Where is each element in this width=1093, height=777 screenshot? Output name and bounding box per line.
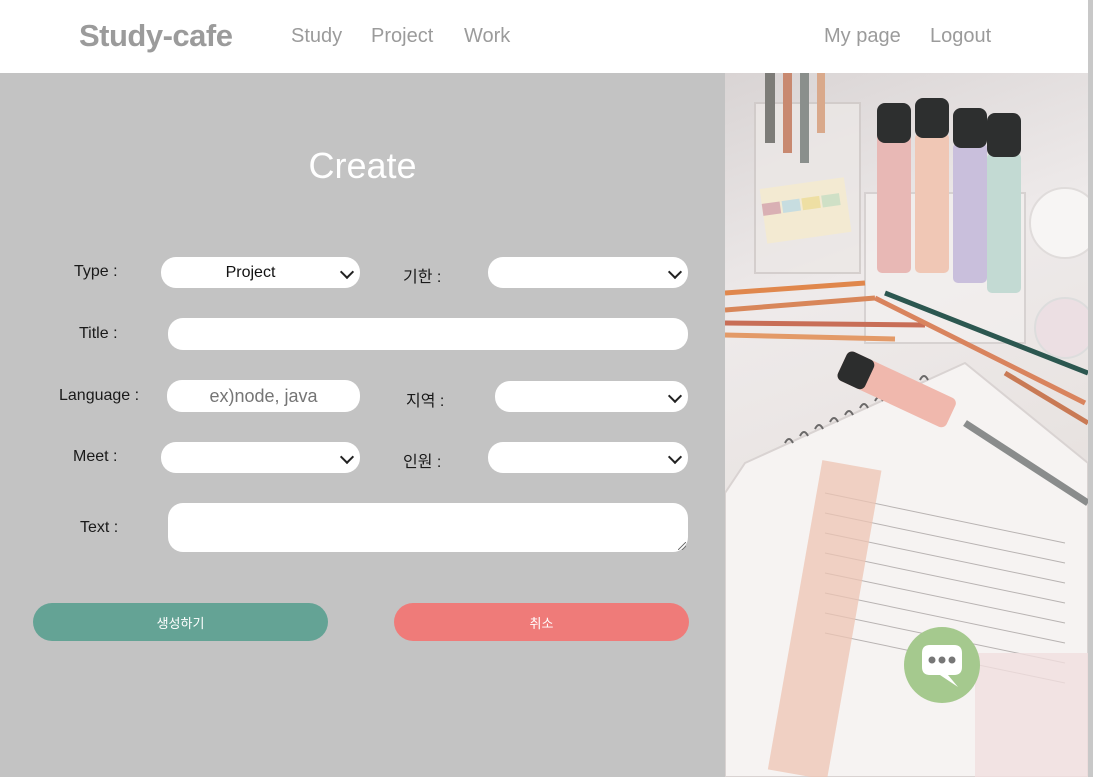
text-textarea-value xyxy=(168,503,688,552)
chevron-down-icon xyxy=(667,264,683,279)
region-select[interactable] xyxy=(495,381,688,412)
chevron-down-icon xyxy=(667,388,683,403)
page-scrollbar[interactable] xyxy=(1088,0,1093,777)
chevron-down-icon xyxy=(339,449,355,464)
title-input[interactable] xyxy=(168,318,688,350)
deadline-select[interactable] xyxy=(488,257,688,288)
scrollbar-thumb[interactable] xyxy=(1088,0,1093,777)
text-label: Text : xyxy=(80,519,119,536)
nav-logout-link[interactable]: Logout xyxy=(930,25,991,48)
members-select[interactable] xyxy=(488,442,688,473)
members-label: 인원 : xyxy=(403,454,442,471)
deadline-select-value xyxy=(488,257,668,288)
region-select-value xyxy=(495,381,668,412)
chat-button[interactable] xyxy=(904,627,980,703)
members-select-value xyxy=(488,442,668,473)
nav-project-link[interactable]: Project xyxy=(371,25,433,48)
resize-handle-icon[interactable] xyxy=(678,542,686,550)
chevron-down-icon xyxy=(339,264,355,279)
create-form-panel: Create Type : Project 기한 : Title : Langu… xyxy=(0,73,725,777)
title-label: Title : xyxy=(79,325,118,342)
brand-logo[interactable]: Study-cafe xyxy=(79,18,233,54)
type-select[interactable]: Project xyxy=(161,257,360,288)
nav-study-link[interactable]: Study xyxy=(291,25,342,48)
page-title: Create xyxy=(308,145,417,186)
deadline-label: 기한 : xyxy=(403,269,442,286)
meet-select-value xyxy=(161,442,340,473)
type-label: Type : xyxy=(74,263,118,280)
language-input[interactable]: ex)node, java xyxy=(167,380,360,412)
language-label: Language : xyxy=(59,387,140,404)
meet-select[interactable] xyxy=(161,442,360,473)
region-label: 지역 : xyxy=(406,393,445,410)
cancel-button[interactable]: 취소 xyxy=(394,603,689,641)
text-textarea[interactable] xyxy=(168,503,688,552)
meet-label: Meet : xyxy=(73,448,118,465)
type-select-value: Project xyxy=(225,263,276,281)
nav-mypage-link[interactable]: My page xyxy=(824,25,901,48)
title-input-value xyxy=(168,318,688,350)
create-button[interactable]: 생성하기 xyxy=(33,603,328,641)
top-navbar: Study-cafe Study Project Work My page Lo… xyxy=(0,0,1088,73)
chevron-down-icon xyxy=(667,449,683,464)
nav-work-link[interactable]: Work xyxy=(464,25,510,48)
language-input-placeholder: ex)node, java xyxy=(209,385,318,406)
chat-bubble-icon xyxy=(922,645,962,687)
